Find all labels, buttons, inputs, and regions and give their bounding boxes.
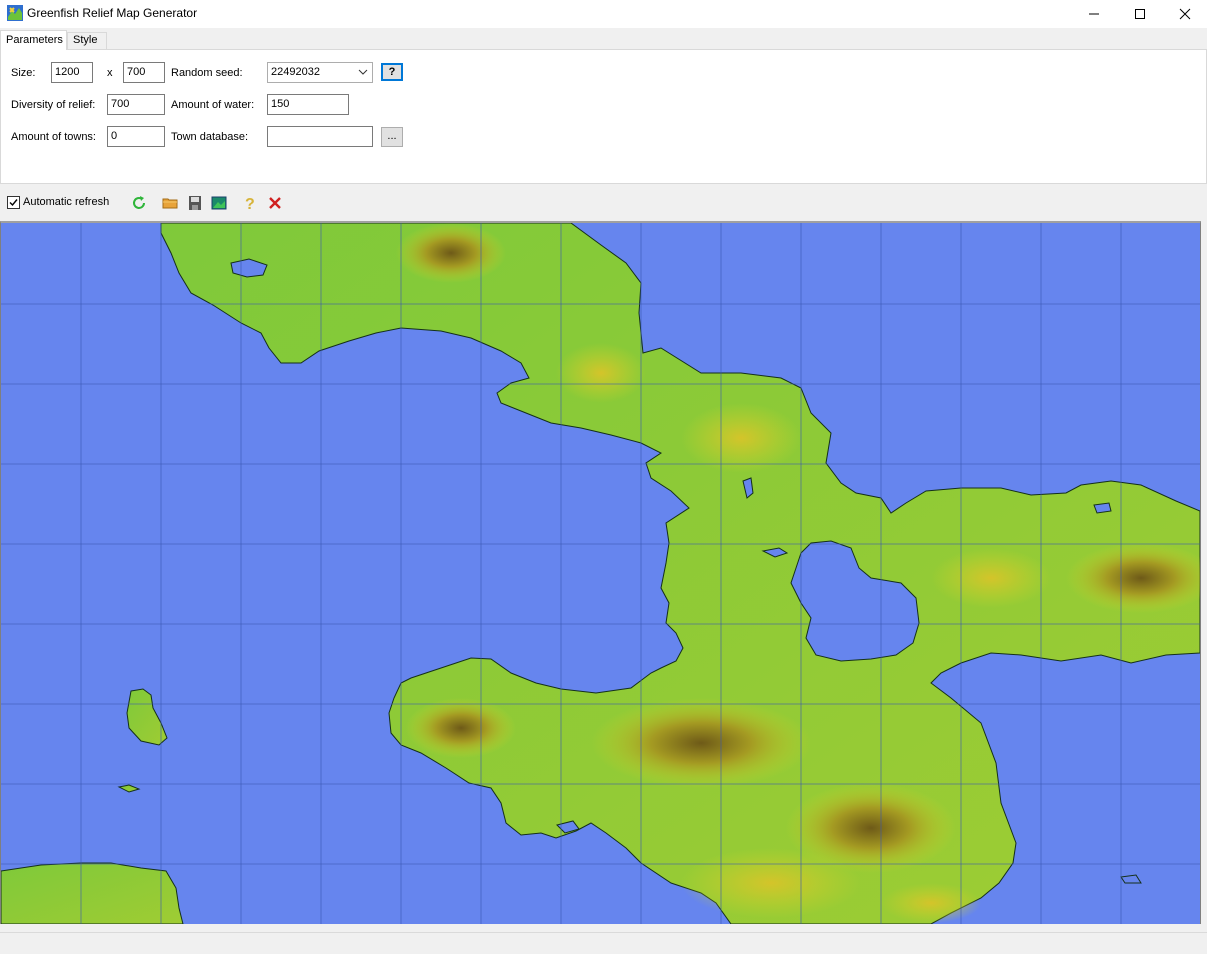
minimize-button[interactable]	[1071, 0, 1117, 28]
relief-peak	[881, 883, 981, 923]
tab-strip: Parameters Style	[0, 30, 1207, 50]
towns-input[interactable]: 0	[107, 126, 165, 147]
minimize-icon	[1089, 13, 1099, 15]
lake-northeast	[1093, 502, 1112, 514]
close-icon	[1179, 8, 1191, 20]
diversity-label: Diversity of relief:	[11, 99, 96, 111]
random-seed-help-button[interactable]: ?	[381, 63, 403, 81]
relief-peak	[591, 698, 811, 788]
auto-refresh-label[interactable]: Automatic refresh	[23, 196, 109, 208]
maximize-button[interactable]	[1117, 0, 1163, 28]
relief-peak	[681, 403, 801, 473]
maximize-icon	[1135, 9, 1145, 19]
southwest-landmass	[1, 862, 184, 924]
relief-peak	[681, 848, 861, 918]
export-image-icon[interactable]	[211, 195, 227, 211]
relief-map-view[interactable]	[0, 221, 1201, 924]
town-database-label: Town database:	[171, 131, 249, 143]
relief-peak	[556, 343, 646, 403]
refresh-icon[interactable]	[131, 195, 147, 211]
random-seed-combo[interactable]: 22492032	[267, 62, 373, 83]
water-label: Amount of water:	[171, 99, 255, 111]
tab-parameters[interactable]: Parameters	[0, 30, 67, 50]
status-bar	[0, 932, 1207, 954]
save-icon[interactable]	[187, 195, 203, 211]
relief-map-canvas	[1, 223, 1200, 924]
svg-text:?: ?	[245, 196, 255, 211]
height-input[interactable]: 700	[123, 62, 165, 83]
size-label: Size:	[11, 67, 36, 79]
random-seed-value: 22492032	[271, 66, 320, 78]
random-seed-label: Random seed:	[171, 67, 243, 79]
chevron-down-icon	[358, 69, 368, 75]
parameters-panel: Size: 1200 x 700 Random seed: 22492032 ?…	[0, 49, 1207, 184]
tab-style[interactable]: Style	[67, 32, 107, 49]
toolbar: Automatic refresh ?	[0, 190, 1207, 218]
browse-button[interactable]: ...	[381, 127, 403, 147]
title-bar: Greenfish Relief Map Generator	[0, 0, 1207, 28]
window-title: Greenfish Relief Map Generator	[27, 6, 198, 20]
relief-peak	[406, 698, 516, 758]
delete-icon[interactable]	[267, 195, 283, 211]
close-button[interactable]	[1162, 0, 1207, 28]
open-folder-icon[interactable]	[162, 195, 178, 211]
checkmark-icon	[9, 199, 18, 207]
relief-peak	[931, 548, 1051, 608]
water-input[interactable]: 150	[267, 94, 349, 115]
size-x-label: x	[107, 67, 113, 79]
width-input[interactable]: 1200	[51, 62, 93, 83]
greenfish-app-icon	[7, 5, 23, 21]
relief-peak	[396, 223, 506, 283]
auto-refresh-checkbox[interactable]	[7, 196, 20, 209]
help-icon[interactable]: ?	[242, 195, 258, 211]
diversity-input[interactable]: 700	[107, 94, 165, 115]
towns-label: Amount of towns:	[11, 131, 96, 143]
town-database-input[interactable]	[267, 126, 373, 147]
